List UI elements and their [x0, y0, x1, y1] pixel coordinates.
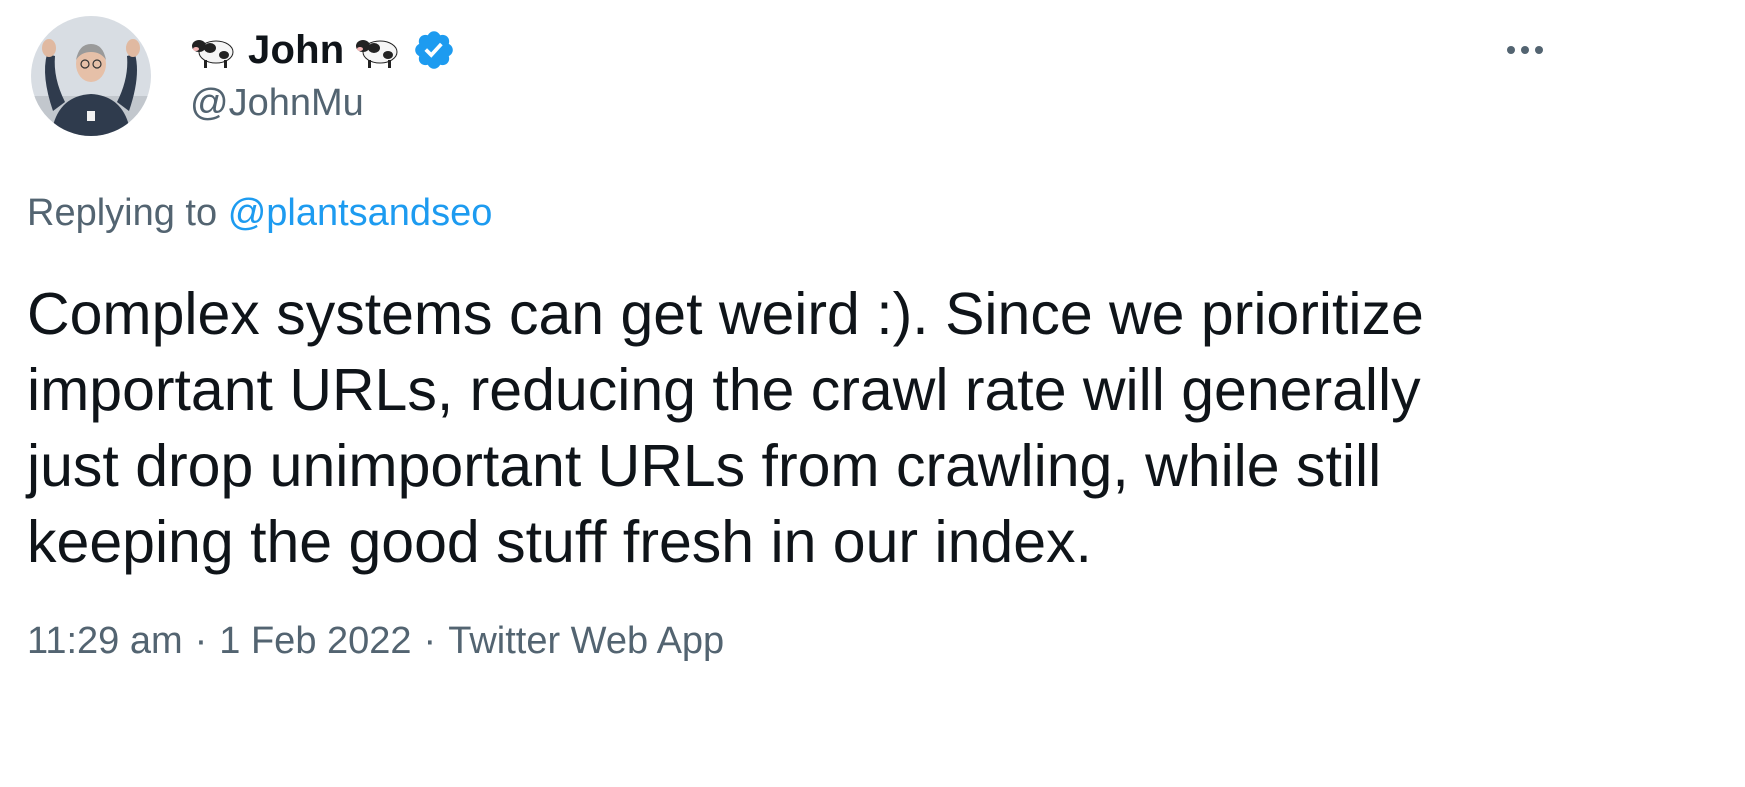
- author-name-row[interactable]: John: [190, 26, 456, 74]
- more-options-button[interactable]: [1490, 26, 1560, 74]
- verified-badge-icon[interactable]: [412, 28, 456, 72]
- author-handle[interactable]: @JohnMu: [190, 82, 364, 125]
- avatar-image: [31, 16, 151, 136]
- author-display-name: John: [248, 27, 345, 72]
- avatar[interactable]: [31, 16, 151, 136]
- tweet-time-link[interactable]: 11:29 am: [27, 620, 183, 663]
- meta-separator: ·: [194, 620, 208, 662]
- more-icon: [1507, 46, 1515, 54]
- tweet-metadata: 11:29 am · 1 Feb 2022 · Twitter Web App: [27, 620, 724, 663]
- tweet-card: John @JohnMu Replying to @plantsandseo C…: [0, 0, 1745, 787]
- more-icon: [1535, 46, 1543, 54]
- more-icon: [1521, 46, 1529, 54]
- reply-mention-link[interactable]: @plantsandseo: [228, 192, 493, 234]
- replying-to-line: Replying to @plantsandseo: [27, 192, 492, 235]
- replying-to-label: Replying to: [27, 192, 218, 234]
- tweet-text: Complex systems can get weird :). Since …: [27, 281, 1424, 575]
- tweet-source-label: Twitter Web App: [448, 620, 725, 662]
- cow-icon: [190, 30, 238, 70]
- tweet-date-link[interactable]: 1 Feb 2022: [219, 620, 411, 663]
- cow-icon: [354, 30, 402, 70]
- meta-separator: ·: [423, 620, 437, 662]
